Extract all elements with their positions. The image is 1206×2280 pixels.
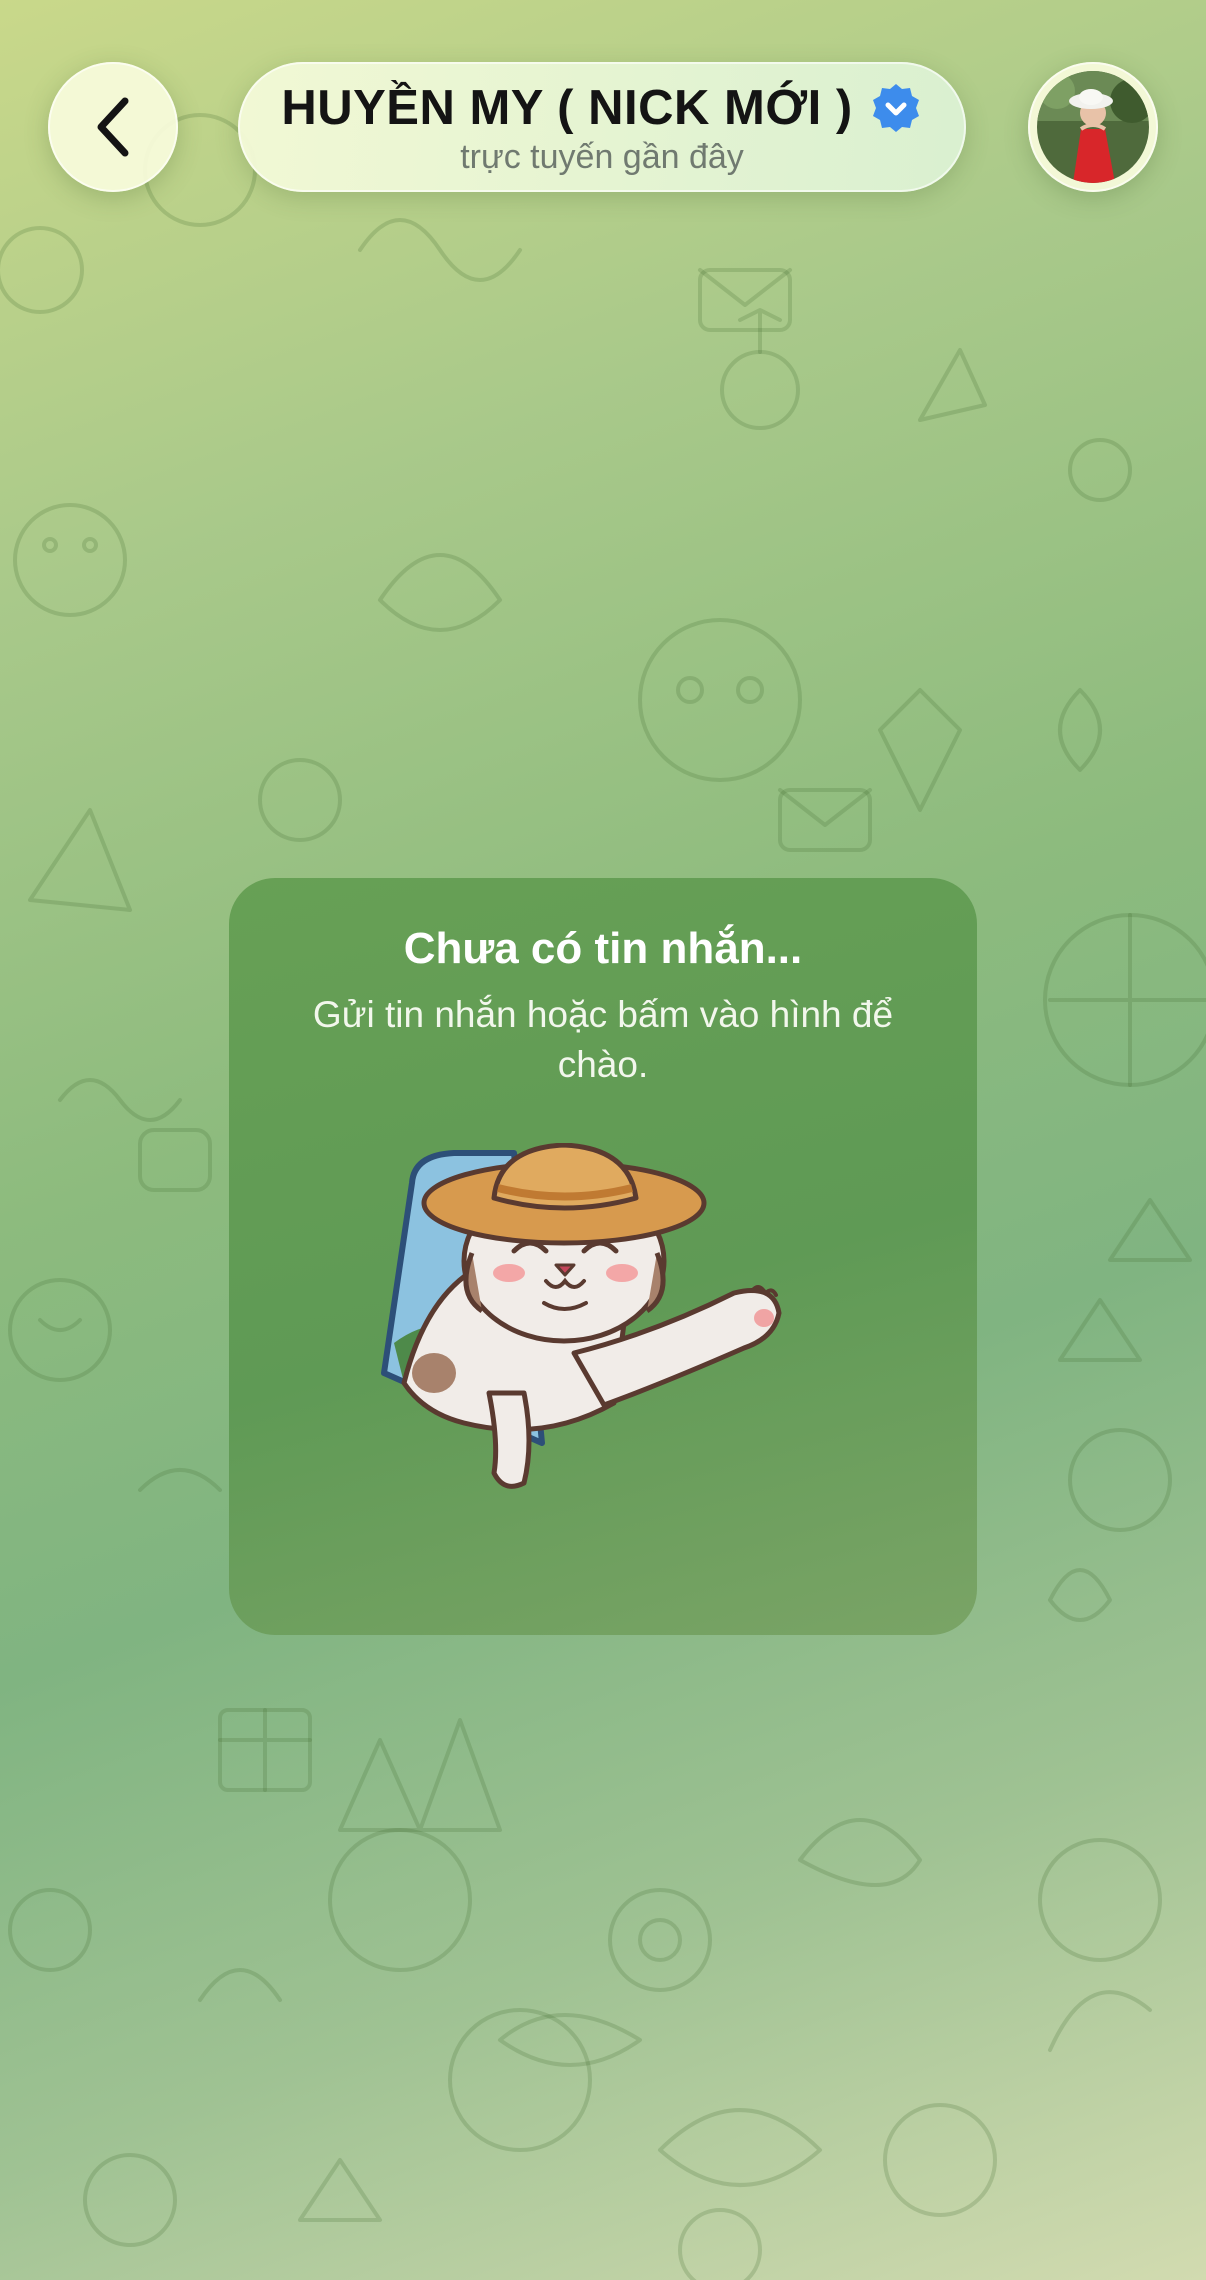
avatar-button[interactable] <box>1028 62 1158 192</box>
chevron-left-icon <box>97 97 129 157</box>
waving-cat-sticker[interactable] <box>374 1143 824 1503</box>
empty-chat-card: Chưa có tin nhắn... Gửi tin nhắn hoặc bấ… <box>229 878 977 1635</box>
back-button[interactable] <box>48 62 178 192</box>
contact-name: HUYỀN MY ( NICK MỚI ) <box>281 81 853 135</box>
contact-avatar <box>1037 71 1149 183</box>
contact-status: trực tuyến gần đây <box>460 138 744 176</box>
empty-chat-subtitle: Gửi tin nhắn hoặc bấm vào hình để chào. <box>312 994 894 1085</box>
verified-badge-icon <box>872 84 919 132</box>
empty-chat-title: Chưa có tin nhắn... <box>403 924 803 973</box>
chat-header-info[interactable]: HUYỀN MY ( NICK MỚI ) trực tuyến gần đây <box>238 62 966 192</box>
